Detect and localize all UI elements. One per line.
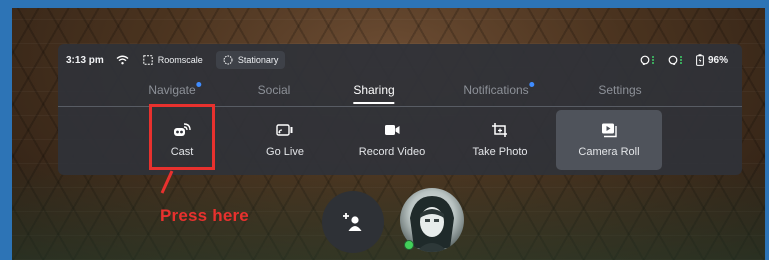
tab-sharing-label: Sharing (353, 83, 395, 97)
battery-percent: 96% (707, 54, 728, 66)
wifi-icon (116, 54, 130, 66)
roomscale-label: Roomscale (157, 55, 203, 65)
take-photo-label: Take Photo (472, 146, 528, 158)
annotation-label: Press here (160, 206, 249, 225)
tab-navigate[interactable]: Navigate (148, 82, 202, 102)
boundary-roomscale-button[interactable]: Roomscale (136, 51, 210, 69)
camera-roll-icon (600, 122, 618, 138)
tab-navigate-label: Navigate (148, 83, 196, 97)
annotation-pointer-line (160, 170, 174, 194)
environment-floor (12, 160, 765, 260)
roomscale-icon (143, 55, 153, 65)
online-status-dot (404, 240, 414, 250)
stationary-button[interactable]: Stationary (215, 51, 286, 69)
right-controller-status (668, 55, 682, 65)
go-live-label: Go Live (266, 146, 304, 158)
go-live-icon (276, 122, 294, 138)
camera-roll-label: Camera Roll (578, 146, 640, 158)
tab-sharing[interactable]: Sharing (353, 83, 395, 104)
notification-badge (529, 82, 535, 87)
annotation-highlight-box (149, 104, 215, 170)
tab-settings-label: Settings (598, 83, 642, 97)
tab-social[interactable]: Social (258, 83, 291, 102)
go-live-button[interactable]: Go Live (232, 110, 338, 170)
battery-dots-icon (651, 56, 654, 64)
record-video-button[interactable]: Record Video (339, 110, 445, 170)
take-photo-icon (491, 122, 509, 138)
headset-battery: 96% (696, 54, 728, 66)
record-video-icon (383, 122, 401, 138)
right-controller-icon (668, 55, 678, 65)
add-person-icon (343, 213, 362, 231)
tab-notifications-label: Notifications (463, 83, 529, 97)
left-controller-icon (640, 55, 650, 65)
tab-social-label: Social (257, 83, 291, 97)
clock: 3:13 pm (66, 54, 104, 66)
add-friend-button[interactable] (322, 191, 384, 253)
take-photo-button[interactable]: Take Photo (447, 110, 553, 170)
record-video-label: Record Video (358, 146, 426, 158)
stationary-icon (223, 55, 233, 65)
tab-settings[interactable]: Settings (598, 83, 641, 102)
notification-badge (196, 82, 202, 87)
status-bar: 3:13 pm Roomscale Stationary 96% (58, 44, 742, 76)
camera-roll-button[interactable]: Camera Roll (556, 110, 662, 170)
battery-icon (696, 54, 704, 66)
stationary-label: Stationary (237, 55, 279, 65)
battery-dots-icon (679, 56, 682, 64)
tab-notifications[interactable]: Notifications (463, 82, 535, 102)
tab-bar: Navigate Social Sharing Notifications Se… (58, 78, 742, 107)
left-controller-status (640, 55, 654, 65)
